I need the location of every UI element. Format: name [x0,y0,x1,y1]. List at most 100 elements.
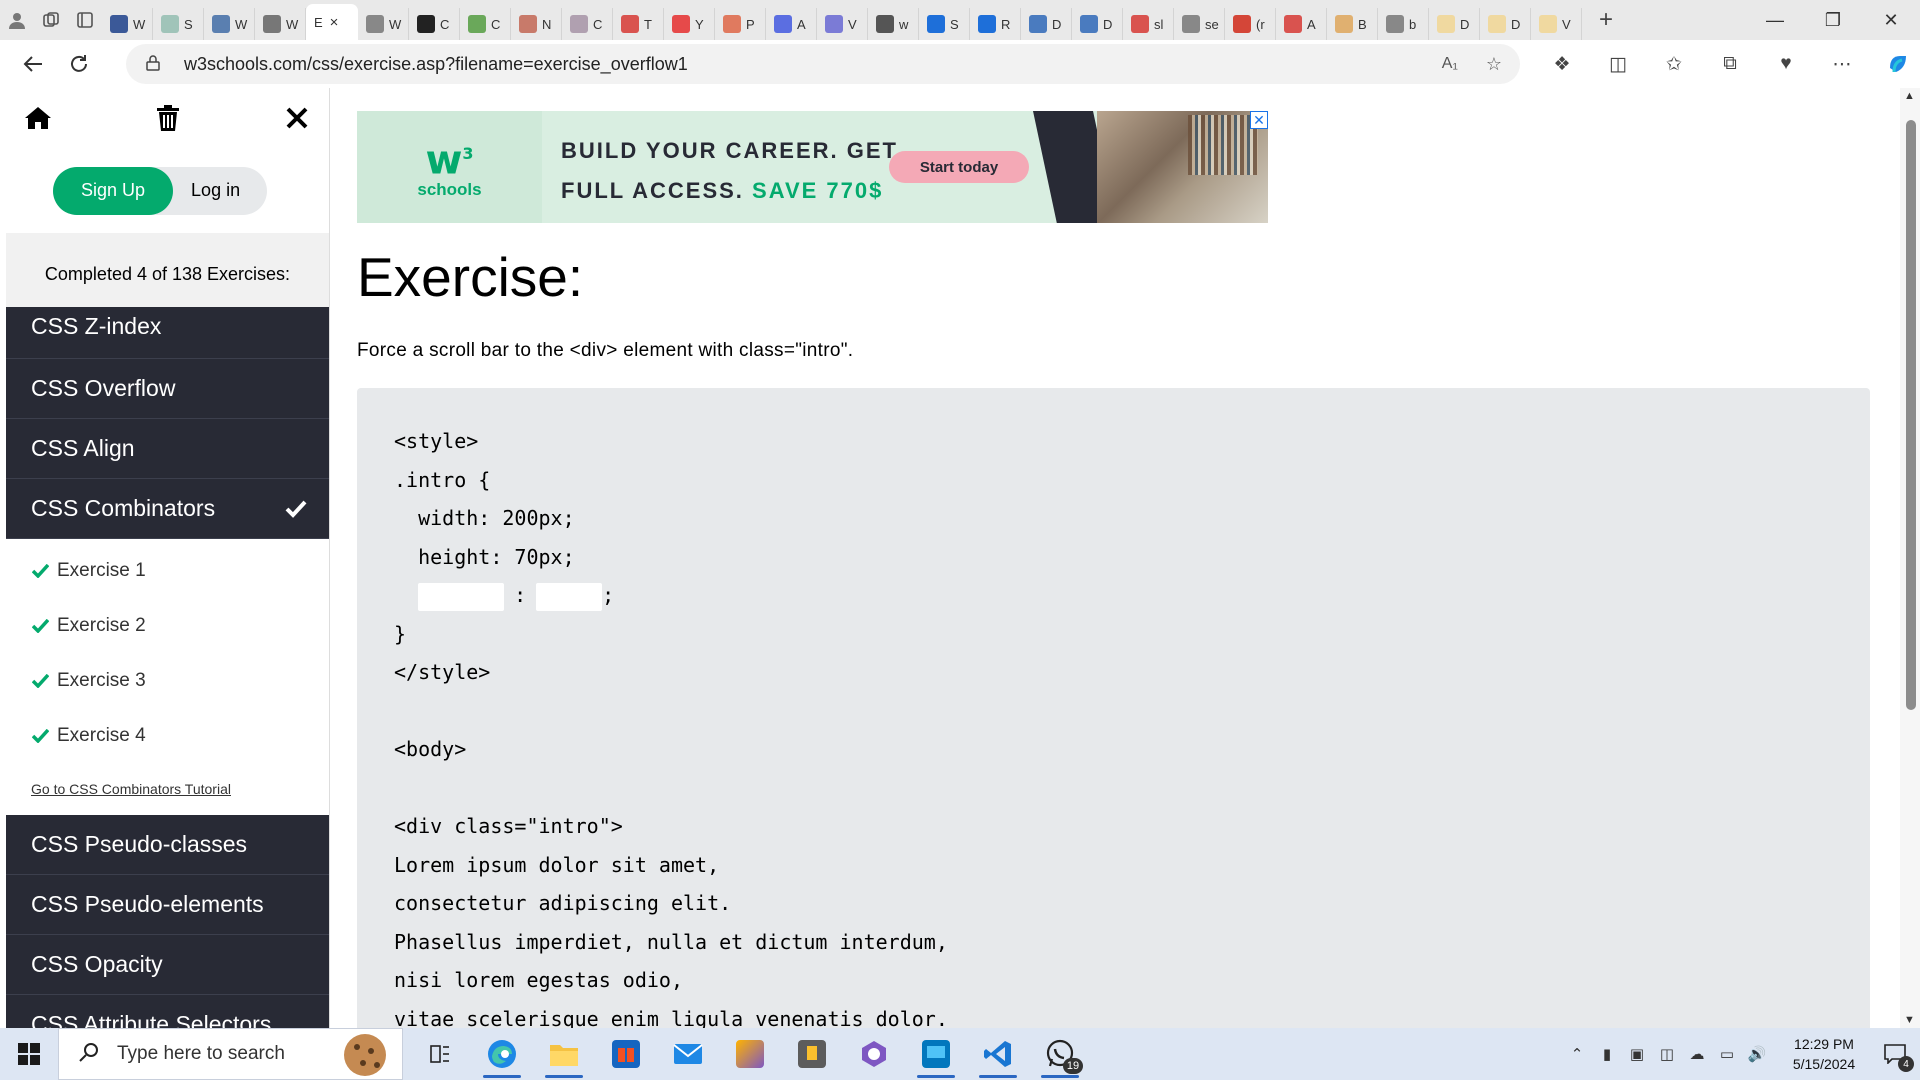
sidebar-category-attribute-selectors[interactable]: CSS Attribute Selectors [6,995,329,1028]
property-blank-input[interactable] [418,582,505,611]
browser-tab[interactable]: (r [1225,8,1276,40]
refresh-icon[interactable] [56,41,102,87]
browser-tab[interactable]: C [460,8,511,40]
app-icon-2[interactable] [781,1028,843,1080]
close-window-icon[interactable]: ✕ [1862,0,1920,40]
notifications-icon[interactable]: 4 [1870,1028,1920,1080]
workspaces-icon[interactable] [34,0,68,40]
sign-up-button[interactable]: Sign Up [53,166,174,215]
cookie-icon[interactable] [344,1034,386,1076]
sidebar-category-align[interactable]: CSS Align [6,419,329,479]
exercise-item-2[interactable]: Exercise 2 [6,598,329,653]
sidebar-category-combinators[interactable]: CSS Combinators [6,479,329,539]
browser-tab[interactable]: se [1174,8,1225,40]
extensions-icon[interactable]: ❖ [1534,40,1590,88]
browser-tab[interactable]: N [511,8,562,40]
browser-tab[interactable]: A [1276,8,1327,40]
exercise-item-4[interactable]: Exercise 4 [6,708,329,763]
value-blank-input[interactable] [536,582,603,611]
sidebar-category-pseudo-elements[interactable]: CSS Pseudo-elements [6,875,329,935]
browser-tab[interactable]: V [817,8,868,40]
vscode-icon[interactable] [967,1028,1029,1080]
camera-icon[interactable]: ▣ [1622,1045,1652,1063]
split-screen-icon[interactable]: ◫ [1590,40,1646,88]
exercise-item-1[interactable]: Exercise 1 [6,543,329,598]
chevron-up-icon[interactable]: ⌃ [1562,1045,1592,1063]
profile-icon[interactable] [0,0,34,40]
browser-tab[interactable]: w [868,8,919,40]
more-menu-icon[interactable]: ⋯ [1814,40,1870,88]
browser-tab[interactable]: sl [1123,8,1174,40]
browser-essentials-icon[interactable]: ♥ [1758,40,1814,88]
browser-tab[interactable]: A [766,8,817,40]
onedrive-icon[interactable]: ☁ [1682,1045,1712,1063]
scroll-down-icon[interactable]: ▼ [1904,1014,1915,1026]
edge-app-icon[interactable] [471,1028,533,1080]
browser-tab[interactable]: V [1531,8,1582,40]
task-view-icon[interactable] [409,1028,471,1080]
trash-icon[interactable] [148,98,188,138]
browser-tab[interactable]: C [409,8,460,40]
minimize-icon[interactable]: — [1746,0,1804,40]
read-aloud-icon[interactable]: A₁ [1442,55,1458,73]
advertisement-banner[interactable]: w3 schools BUILD YOUR CAREER. GET FULL A… [357,111,1268,223]
app-icon-3[interactable] [843,1028,905,1080]
page-scrollbar[interactable]: ▲ ▼ [1900,88,1920,1028]
favorites-icon[interactable]: ✩ [1646,40,1702,88]
browser-tab[interactable]: C [562,8,613,40]
tab-close-icon[interactable]: × [330,14,339,31]
ad-close-icon[interactable]: ✕ [1250,111,1268,129]
volume-icon[interactable]: 🔊 [1742,1045,1772,1063]
sidebar-category-opacity[interactable]: CSS Opacity [6,935,329,995]
back-icon[interactable] [10,41,56,87]
browser-tab[interactable]: S [919,8,970,40]
ad-start-today-button[interactable]: Start today [889,151,1029,183]
browser-tab[interactable]: W [255,8,306,40]
app-icon-1[interactable] [719,1028,781,1080]
new-tab-button[interactable]: + [1586,0,1626,40]
browser-tab[interactable]: D [1429,8,1480,40]
whatsapp-icon[interactable]: 19 [1029,1028,1091,1080]
remote-desktop-icon[interactable] [905,1028,967,1080]
tab-active[interactable]: E × [306,4,358,40]
battery-icon[interactable]: ▮ [1592,1045,1622,1063]
close-icon[interactable] [277,98,317,138]
browser-tab[interactable]: b [1378,8,1429,40]
browser-tab[interactable]: P [715,8,766,40]
copilot-icon[interactable] [1870,40,1920,88]
browser-tab[interactable]: S [153,8,204,40]
browser-tab[interactable]: W [204,8,255,40]
browser-tab[interactable]: D [1480,8,1531,40]
browser-tab[interactable]: D [1072,8,1123,40]
clock[interactable]: 12:29 PM 5/15/2024 [1778,1034,1870,1074]
sidebar-category-overflow[interactable]: CSS Overflow [6,359,329,419]
browser-tab[interactable]: R [970,8,1021,40]
collections-icon[interactable]: ⧉ [1702,40,1758,88]
tutorial-link[interactable]: Go to CSS Combinators Tutorial [6,763,329,815]
url-text[interactable]: w3schools.com/css/exercise.asp?filename=… [184,54,688,75]
restore-icon[interactable]: ❐ [1804,0,1862,40]
windows-start-icon[interactable] [0,1028,58,1080]
exercise-item-3[interactable]: Exercise 3 [6,653,329,708]
network-icon[interactable]: ▭ [1712,1045,1742,1063]
lock-icon[interactable] [146,54,166,74]
taskbar-search-box[interactable]: Type here to search [58,1028,403,1080]
scrollbar-thumb[interactable] [1906,120,1916,710]
home-icon[interactable] [18,98,58,138]
mail-icon[interactable] [657,1028,719,1080]
address-bar[interactable]: w3schools.com/css/exercise.asp?filename=… [126,44,1520,84]
ms-store-icon[interactable] [595,1028,657,1080]
tab-actions-icon[interactable] [68,0,102,40]
log-in-button[interactable]: Log in [173,180,267,201]
browser-tab[interactable]: T [613,8,664,40]
browser-tab[interactable]: Y [664,8,715,40]
browser-tab[interactable]: W [358,8,409,40]
browser-tab[interactable]: W [102,8,153,40]
scroll-up-icon[interactable]: ▲ [1904,90,1915,102]
sidebar-category-pseudo-classes[interactable]: CSS Pseudo-classes [6,815,329,875]
defender-icon[interactable]: ◫ [1652,1045,1682,1063]
sidebar-category-z-index[interactable]: CSS Z-index [6,307,329,359]
favorite-star-icon[interactable]: ☆ [1486,54,1502,75]
browser-tab[interactable]: B [1327,8,1378,40]
file-explorer-icon[interactable] [533,1028,595,1080]
